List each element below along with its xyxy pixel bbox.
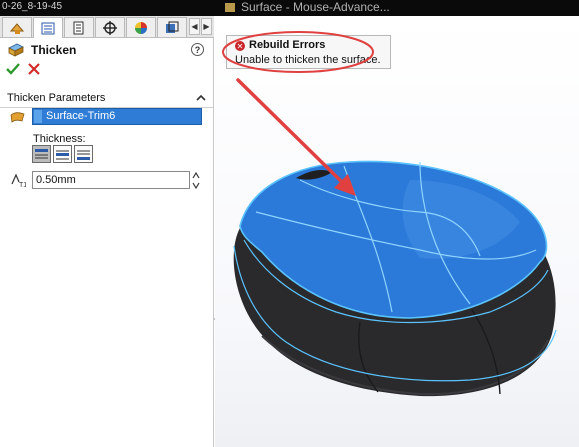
chevron-up-icon[interactable] bbox=[195, 92, 207, 104]
thickness-label: Thickness: bbox=[33, 133, 86, 145]
tooltip-title: Rebuild Errors bbox=[249, 39, 326, 51]
top-strip: 0-26_8-19-45 Surface - Mouse-Advance... bbox=[0, 0, 579, 16]
tab-scroll-right[interactable]: ▶ bbox=[201, 18, 212, 35]
tooltip-message: Unable to thicken the surface. bbox=[235, 54, 381, 66]
feature-title: Thicken bbox=[31, 43, 77, 57]
feature-header: Thicken bbox=[8, 42, 76, 58]
rebuild-errors-tooltip: ✕ Rebuild Errors Unable to thicken the s… bbox=[226, 35, 391, 69]
spin-up-icon[interactable] bbox=[192, 171, 200, 180]
appearance-pie-icon bbox=[135, 21, 147, 34]
cancel-close-icon[interactable] bbox=[27, 62, 41, 76]
surface-selection-box[interactable]: Surface-Trim6 bbox=[32, 108, 202, 125]
document-title-bar: Surface - Mouse-Advance... bbox=[225, 0, 390, 14]
graphics-viewport[interactable] bbox=[215, 16, 579, 447]
property-manager-panel: ◀ ▶ Thicken ? Thicken Parameters Surface… bbox=[0, 16, 214, 447]
tab-propertymanager[interactable] bbox=[33, 17, 63, 38]
thicken-side1-button[interactable] bbox=[32, 145, 51, 163]
svg-text:T1: T1 bbox=[19, 182, 26, 188]
recording-stamp: 0-26_8-19-45 bbox=[2, 1, 63, 12]
thicken-parameters-section[interactable]: Thicken Parameters bbox=[0, 89, 213, 108]
thickness-distance-icon: T1 bbox=[11, 173, 26, 188]
tab-featuremanager[interactable] bbox=[2, 17, 32, 37]
ok-check-icon[interactable] bbox=[6, 62, 20, 76]
tab-configurationmanager[interactable] bbox=[64, 17, 94, 37]
error-icon: ✕ bbox=[235, 41, 245, 51]
feature-tree-icon bbox=[9, 22, 25, 34]
thicken-side2-icon bbox=[77, 150, 90, 160]
mouse-3d-model[interactable] bbox=[215, 16, 579, 447]
spin-down-icon[interactable] bbox=[192, 181, 200, 190]
thickness-input[interactable] bbox=[32, 171, 190, 189]
cam-icon bbox=[166, 21, 179, 33]
property-list-icon bbox=[41, 22, 55, 34]
tab-display-manager[interactable] bbox=[126, 17, 156, 37]
thicken-side2-button[interactable] bbox=[74, 145, 93, 163]
configuration-icon bbox=[73, 21, 84, 34]
document-title: Surface - Mouse-Advance... bbox=[241, 0, 390, 14]
tab-dimxpert[interactable] bbox=[95, 17, 125, 37]
section-title: Thicken Parameters bbox=[7, 92, 106, 104]
selection-swatch bbox=[34, 110, 42, 123]
help-icon[interactable]: ? bbox=[191, 43, 204, 56]
surface-part-icon bbox=[225, 3, 235, 12]
tab-scroll-left[interactable]: ◀ bbox=[189, 18, 200, 35]
thicken-feature-icon bbox=[8, 43, 24, 57]
tab-cam[interactable] bbox=[157, 17, 187, 37]
selected-surface[interactable]: Surface-Trim6 bbox=[46, 110, 115, 122]
thicken-side1-icon bbox=[35, 148, 48, 158]
thicken-both-icon bbox=[56, 150, 69, 159]
surface-select-icon bbox=[10, 112, 25, 123]
manager-tab-strip: ◀ ▶ bbox=[0, 16, 214, 38]
crosshair-icon bbox=[103, 20, 117, 35]
thicken-both-sides-button[interactable] bbox=[53, 145, 72, 163]
